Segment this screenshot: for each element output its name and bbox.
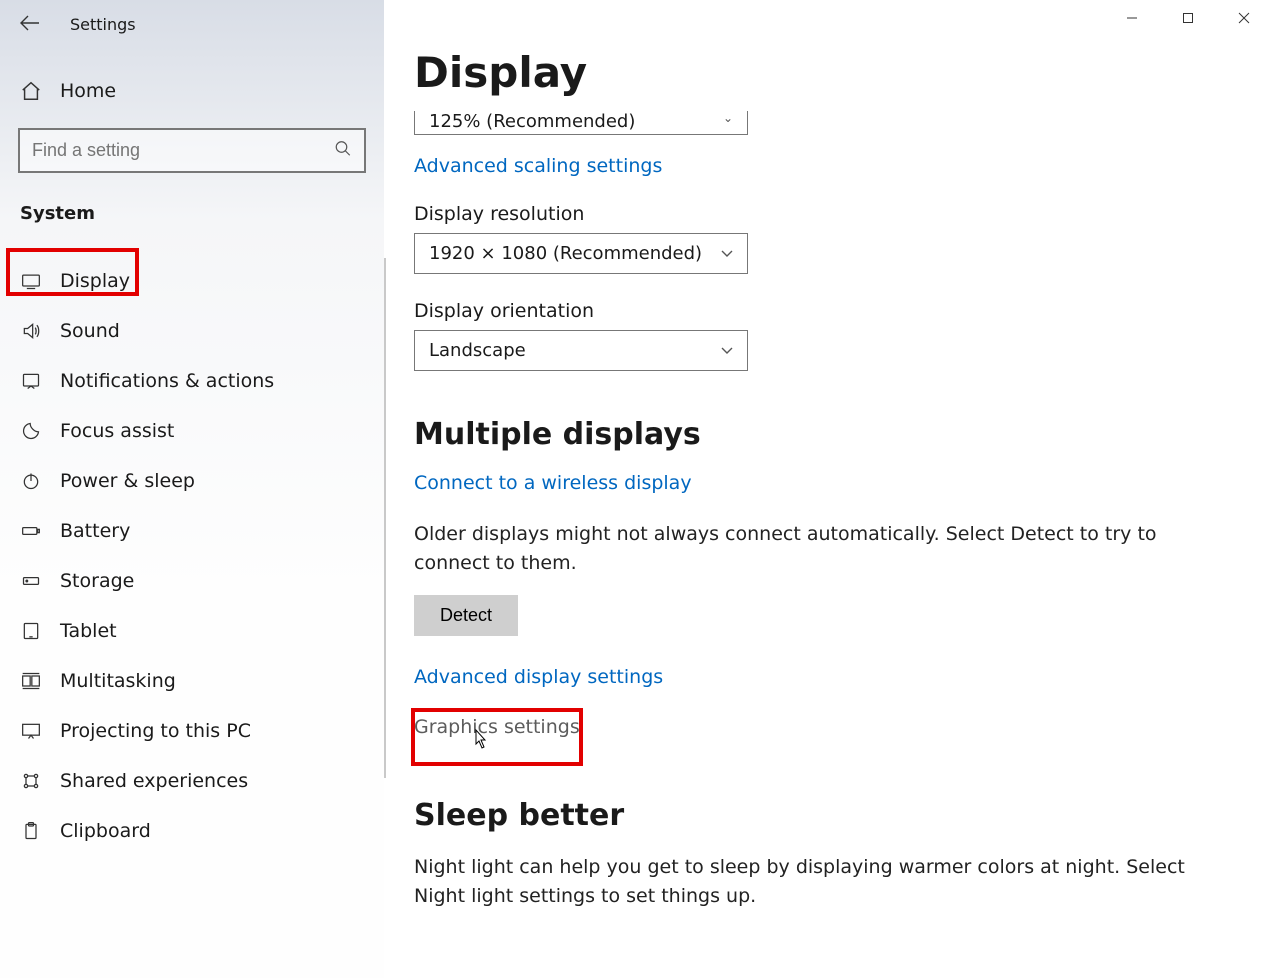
notifications-icon: [20, 371, 42, 391]
power-icon: [20, 471, 42, 491]
sidebar-item-storage[interactable]: Storage: [0, 556, 384, 606]
sidebar: Settings Home System Display Sound: [0, 0, 384, 978]
scrollbar-indicator[interactable]: [384, 258, 386, 778]
sidebar-item-clipboard[interactable]: Clipboard: [0, 806, 384, 856]
sidebar-item-battery[interactable]: Battery: [0, 506, 384, 556]
older-displays-text: Older displays might not always connect …: [414, 520, 1204, 577]
sleep-better-text: Night light can help you get to sleep by…: [414, 853, 1204, 910]
sidebar-item-power-sleep[interactable]: Power & sleep: [0, 456, 384, 506]
projecting-icon: [20, 721, 42, 741]
orientation-value: Landscape: [429, 340, 526, 361]
display-icon: [20, 271, 42, 291]
advanced-display-link[interactable]: Advanced display settings: [414, 666, 663, 688]
window-controls: [1104, 0, 1272, 36]
search-input[interactable]: [18, 128, 366, 173]
sidebar-item-shared-experiences[interactable]: Shared experiences: [0, 756, 384, 806]
multitasking-icon: [20, 671, 42, 691]
sidebar-item-label: Shared experiences: [60, 770, 248, 792]
back-button[interactable]: [20, 12, 40, 36]
search-icon: [334, 139, 352, 162]
multiple-displays-heading: Multiple displays: [414, 417, 1242, 452]
sidebar-item-label: Notifications & actions: [60, 370, 274, 392]
detect-button[interactable]: Detect: [414, 595, 518, 636]
minimize-button[interactable]: [1104, 0, 1160, 36]
category-heading: System: [0, 173, 384, 234]
page-title: Display: [414, 48, 1242, 97]
sleep-better-heading: Sleep better: [414, 798, 1242, 833]
battery-icon: [20, 521, 42, 541]
sidebar-item-projecting[interactable]: Projecting to this PC: [0, 706, 384, 756]
sidebar-item-label: Power & sleep: [60, 470, 195, 492]
sidebar-item-focus-assist[interactable]: Focus assist: [0, 406, 384, 456]
connect-wireless-link[interactable]: Connect to a wireless display: [414, 472, 692, 494]
focus-assist-icon: [20, 421, 42, 441]
sidebar-item-label: Battery: [60, 520, 130, 542]
home-nav[interactable]: Home: [0, 64, 384, 118]
orientation-label: Display orientation: [414, 300, 1242, 322]
clipboard-icon: [20, 821, 42, 841]
home-label: Home: [60, 80, 116, 102]
maximize-button[interactable]: [1160, 0, 1216, 36]
sidebar-item-label: Storage: [60, 570, 134, 592]
storage-icon: [20, 571, 42, 591]
resolution-value: 1920 × 1080 (Recommended): [429, 243, 702, 264]
sidebar-item-label: Focus assist: [60, 420, 174, 442]
resolution-dropdown[interactable]: 1920 × 1080 (Recommended): [414, 233, 748, 274]
resolution-label: Display resolution: [414, 203, 1242, 225]
sidebar-item-multitasking[interactable]: Multitasking: [0, 656, 384, 706]
chevron-down-icon: [721, 344, 733, 358]
sidebar-item-notifications[interactable]: Notifications & actions: [0, 356, 384, 406]
graphics-settings-link[interactable]: Graphics settings: [414, 716, 580, 738]
scale-value: 125% (Recommended): [429, 111, 635, 132]
sidebar-item-label: Display: [60, 270, 130, 292]
shared-icon: [20, 771, 42, 791]
sidebar-item-label: Sound: [60, 320, 120, 342]
sidebar-item-label: Multitasking: [60, 670, 176, 692]
sidebar-item-label: Tablet: [60, 620, 117, 642]
sidebar-item-tablet[interactable]: Tablet: [0, 606, 384, 656]
tablet-icon: [20, 621, 42, 641]
chevron-down-icon: ⌄: [723, 111, 733, 125]
sound-icon: [20, 321, 42, 341]
scale-dropdown[interactable]: 125% (Recommended) ⌄: [414, 111, 748, 135]
app-title: Settings: [70, 15, 136, 34]
home-icon: [20, 80, 42, 102]
orientation-dropdown[interactable]: Landscape: [414, 330, 748, 371]
sidebar-item-label: Projecting to this PC: [60, 720, 251, 742]
chevron-down-icon: [721, 247, 733, 261]
sidebar-item-display[interactable]: Display: [0, 256, 384, 306]
close-button[interactable]: [1216, 0, 1272, 36]
advanced-scaling-link[interactable]: Advanced scaling settings: [414, 155, 662, 177]
main-content: Display 125% (Recommended) ⌄ Advanced sc…: [384, 0, 1272, 978]
sidebar-item-sound[interactable]: Sound: [0, 306, 384, 356]
sidebar-item-label: Clipboard: [60, 820, 151, 842]
